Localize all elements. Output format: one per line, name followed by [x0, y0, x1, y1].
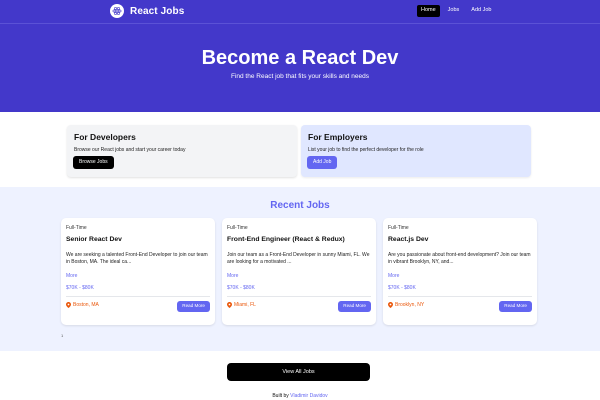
card-text: Browse our React jobs and start your car…: [74, 147, 186, 153]
job-description: We are seeking a talented Front-End Deve…: [66, 252, 208, 265]
add-job-button[interactable]: Add Job: [307, 156, 338, 169]
more-link[interactable]: More: [388, 273, 399, 279]
card-title: For Employers: [308, 132, 368, 142]
job-title: Senior React Dev: [66, 236, 122, 243]
job-card: Full-Time Front-End Engineer (React & Re…: [222, 218, 376, 325]
author-link[interactable]: Vladimir Davidov: [290, 393, 328, 399]
hero-subtitle: Find the React job that fits your skills…: [230, 73, 370, 80]
nav-link-jobs[interactable]: Jobs: [444, 5, 464, 17]
view-all-jobs-button[interactable]: View All Jobs: [227, 363, 370, 381]
job-salary: $70K - $80K: [388, 285, 416, 291]
stray-mark: 1: [61, 333, 64, 338]
read-more-button[interactable]: Read More: [338, 301, 371, 312]
map-pin-icon: [388, 302, 393, 308]
nav-link-home[interactable]: Home: [417, 5, 440, 17]
divider: [388, 296, 532, 297]
more-link[interactable]: More: [227, 273, 238, 279]
brand[interactable]: React Jobs: [110, 4, 184, 18]
map-pin-icon: [66, 302, 71, 308]
divider: [66, 296, 210, 297]
recent-jobs-section: Recent Jobs Full-Time Senior React Dev W…: [0, 187, 600, 351]
map-pin-icon: [227, 302, 232, 308]
location-text: Boston, MA: [73, 302, 99, 308]
more-link[interactable]: More: [66, 273, 77, 279]
footer: Built by Vladimir Davidov: [0, 393, 600, 399]
job-type: Full-Time: [66, 225, 87, 231]
job-location: Boston, MA: [66, 302, 99, 308]
job-card: Full-Time Senior React Dev We are seekin…: [61, 218, 215, 325]
divider: [227, 296, 371, 297]
top-navbar: React Jobs Home Jobs Add Job: [0, 0, 600, 24]
brand-name: React Jobs: [130, 5, 185, 17]
nav-links: Home Jobs Add Job: [417, 5, 495, 17]
location-text: Brooklyn, NY: [395, 302, 425, 308]
nav-link-add-job[interactable]: Add Job: [467, 5, 495, 17]
job-card: Full-Time React.js Dev Are you passionat…: [383, 218, 537, 325]
react-logo-icon: [110, 4, 124, 18]
job-salary: $70K - $80K: [66, 285, 94, 291]
browse-jobs-button[interactable]: Browse Jobs: [73, 156, 114, 169]
hero-title: Become a React Dev: [201, 47, 399, 69]
job-title: React.js Dev: [388, 236, 429, 243]
employers-card: For Employers List your job to find the …: [301, 125, 531, 177]
hero: Become a React Dev Find the React job th…: [0, 24, 600, 112]
job-salary: $70K - $80K: [227, 285, 255, 291]
read-more-button[interactable]: Read More: [499, 301, 532, 312]
job-location: Brooklyn, NY: [388, 302, 424, 308]
job-title: Front-End Engineer (React & Redux): [227, 236, 345, 243]
job-type: Full-Time: [388, 225, 409, 231]
job-type: Full-Time: [227, 225, 248, 231]
developers-card: For Developers Browse our React jobs and…: [67, 125, 297, 177]
audience-cards: For Developers Browse our React jobs and…: [0, 112, 600, 187]
location-text: Miami, FL: [234, 302, 256, 308]
job-description: Join our team as a Front-End Developer i…: [227, 252, 370, 265]
job-location: Miami, FL: [227, 302, 256, 308]
card-text: List your job to find the perfect develo…: [308, 147, 424, 153]
recent-jobs-heading: Recent Jobs: [270, 200, 330, 211]
read-more-button[interactable]: Read More: [177, 301, 210, 312]
job-description: Are you passionate about front-end devel…: [388, 252, 531, 265]
view-all-section: View All Jobs Built by Vladimir Davidov: [0, 351, 600, 400]
footer-prefix: Built by: [272, 393, 289, 399]
card-title: For Developers: [74, 132, 136, 142]
